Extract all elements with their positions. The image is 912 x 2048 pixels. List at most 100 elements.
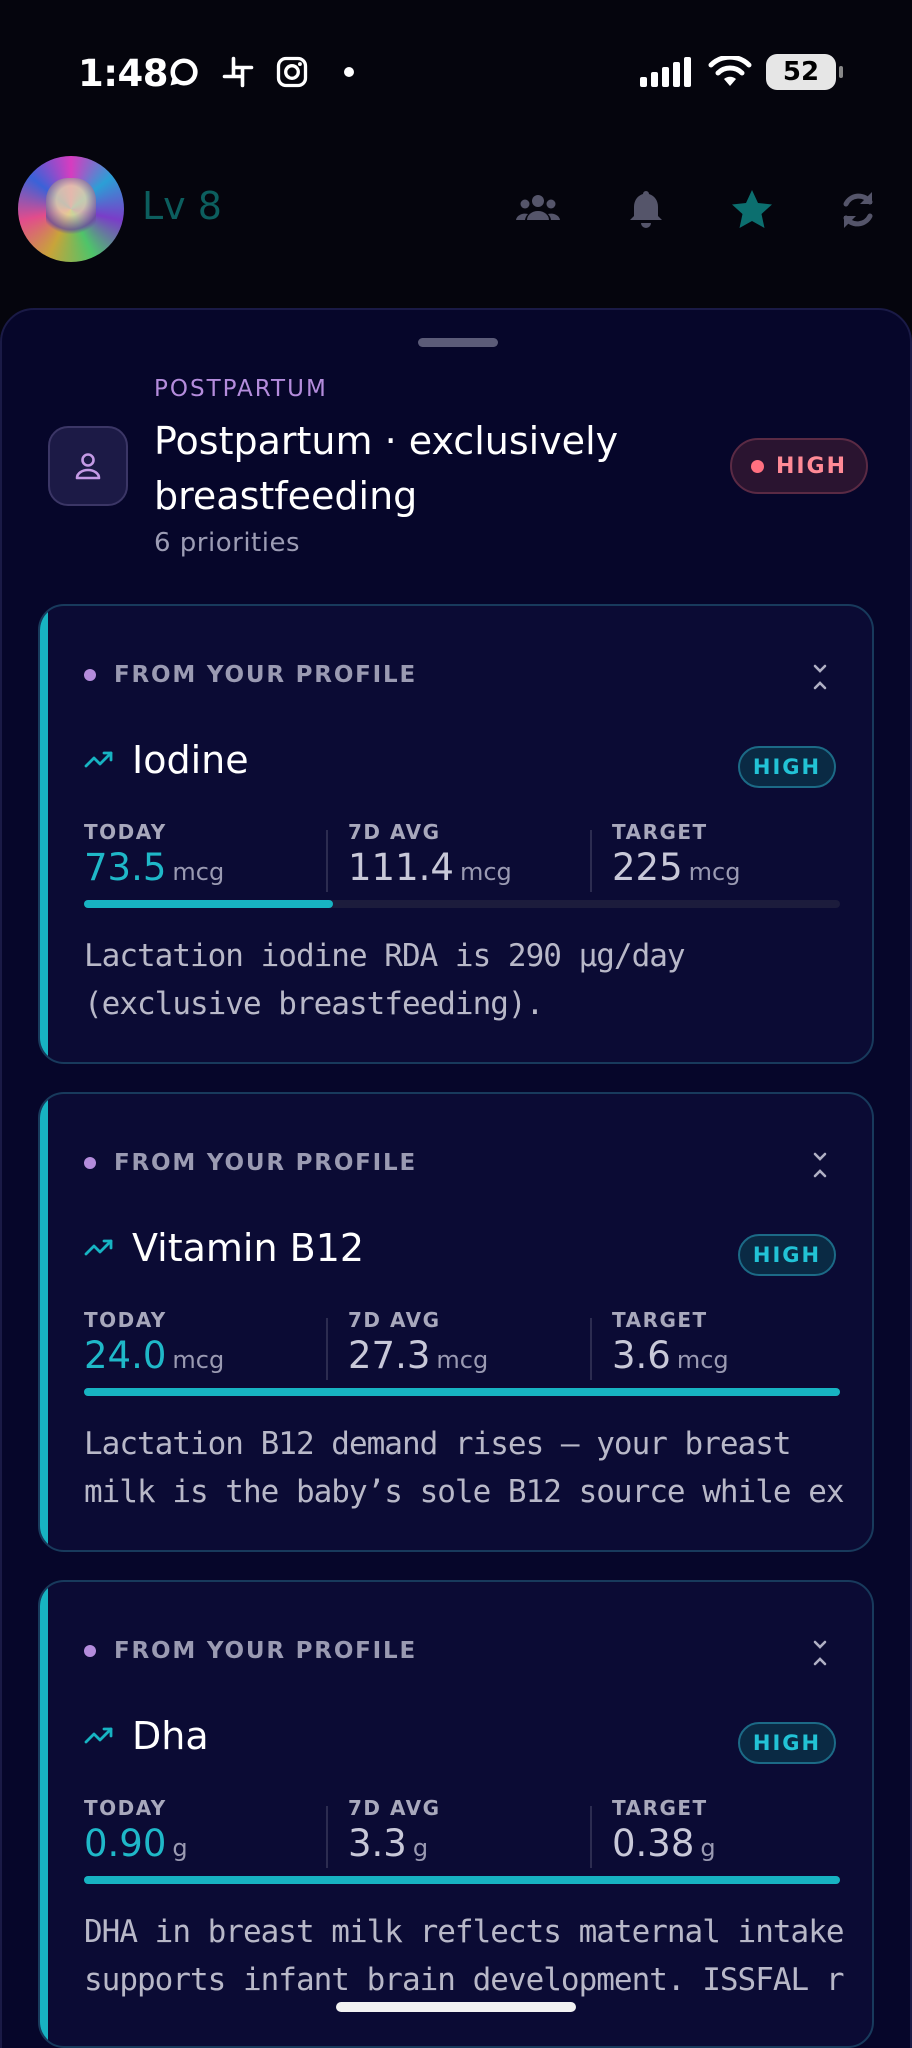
stat-unit: mcg [688,858,741,886]
stat-7d-avg: 7D AVG 3.3 g [348,1796,441,1868]
collapse-chevron-icon[interactable] [808,1638,832,1668]
stat-target: TARGET 225 mcg [612,820,740,892]
level-label: Lv 8 [142,184,222,228]
profile-eyebrow: POSTPARTUM [154,376,328,402]
stat-value: 225 [612,846,683,889]
stat-label: 7D AVG [348,1796,441,1820]
card-source: FROM YOUR PROFILE [84,1638,417,1664]
nutrient-card-vitamin-b12[interactable]: FROM YOUR PROFILE Vitamin B12 HIGH TODAY… [38,1092,874,1552]
collapse-chevron-icon[interactable] [808,1150,832,1180]
progress-fill [84,900,334,908]
priorities-count: 6 priorities [154,528,301,558]
priority-badge: HIGH [730,438,868,494]
nutrient-card-iodine[interactable]: FROM YOUR PROFILE Iodine HIGH TODAY 73.5… [38,604,874,1064]
avatar[interactable] [18,156,124,262]
stat-today: TODAY 0.90 g [84,1796,188,1868]
stat-value: 111.4 [348,846,454,889]
nutrient-name: Vitamin B12 [132,1226,365,1270]
app-header: Lv 8 [0,150,912,270]
bell-icon[interactable] [620,184,672,236]
progress-fill [84,1388,840,1396]
importance-badge: HIGH [738,1234,836,1276]
stat-7d-avg: 7D AVG 27.3 mcg [348,1308,488,1380]
stat-value: 0.90 [84,1822,167,1865]
card-note: Lactation B12 demand rises — your breast… [84,1420,844,1516]
card-note-line: Lactation iodine RDA is 290 µg/day [84,938,686,974]
stat-label: TODAY [84,1796,167,1820]
stat-today: TODAY 73.5 mcg [84,820,224,892]
divider [326,1318,328,1380]
priority-dot-icon [750,459,764,473]
stat-target: TARGET 3.6 mcg [612,1308,729,1380]
stat-unit: g [700,1834,716,1862]
nutrient-stats: TODAY 24.0 mcg 7D AVG 27.3 mcg TARGET 3.6 m… [84,1308,844,1380]
progress-bar [84,1876,840,1884]
card-source-label: FROM YOUR PROFILE [114,662,418,688]
stat-label: TARGET [612,1796,708,1820]
nutrient-stats: TODAY 73.5 mcg 7D AVG 111.4 mcg TARGET 225… [84,820,844,892]
stat-label: TODAY [84,1308,167,1332]
stat-today: TODAY 24.0 mcg [84,1308,224,1380]
card-source-label: FROM YOUR PROFILE [114,1638,418,1664]
stat-unit: mcg [436,1346,489,1374]
nutrient-name: Iodine [132,738,249,782]
source-dot-icon [84,1157,96,1169]
sync-icon[interactable] [832,184,884,236]
nutrient-header: Vitamin B12 [84,1226,364,1270]
progress-fill [84,1876,840,1884]
profile-title: Postpartum · exclusively breastfeeding [154,419,619,518]
source-dot-icon [84,1645,96,1657]
stat-label: 7D AVG [348,820,441,844]
progress-bar [84,900,840,908]
friends-icon[interactable] [512,184,564,236]
source-dot-icon [84,669,96,681]
card-accent [40,606,48,1062]
trending-up-icon [84,1239,113,1256]
collapse-chevron-icon[interactable] [808,662,832,692]
stat-7d-avg: 7D AVG 111.4 mcg [348,820,512,892]
divider [326,830,328,892]
stat-label: TARGET [612,1308,708,1332]
nutrient-stats: TODAY 0.90 g 7D AVG 3.3 g TARGET 0.38 g [84,1796,844,1868]
status-time: 1:48 [78,52,169,95]
status-bar: 1:48 52 [0,0,912,150]
stat-target: TARGET 0.38 g [612,1796,716,1868]
system-icons: 52 [640,54,843,90]
battery-icon: 52 [766,54,843,90]
nutrient-card-dha[interactable]: FROM YOUR PROFILE Dha HIGH TODAY 0.90 g 7… [38,1580,874,2048]
stat-value: 27.3 [348,1334,431,1377]
stat-unit: g [172,1834,188,1862]
stat-value: 0.38 [612,1822,695,1865]
card-accent [40,1094,48,1550]
stat-label: TODAY [84,820,167,844]
card-source: FROM YOUR PROFILE [84,1150,417,1176]
card-note: Lactation iodine RDA is 290 µg/day (exclu… [84,932,844,1028]
importance-badge: HIGH [738,746,836,788]
signal-app-icon [170,58,198,86]
star-icon[interactable] [726,184,778,236]
card-note: DHA in breast milk reflects maternal int… [84,1908,844,2004]
stat-unit: mcg [676,1346,729,1374]
stat-unit: mcg [459,858,512,886]
divider [590,1318,592,1380]
slack-icon [222,56,254,88]
home-indicator[interactable] [336,2002,576,2012]
stat-unit: mcg [172,858,225,886]
card-source: FROM YOUR PROFILE [84,662,417,688]
nutrient-name: Dha [132,1714,209,1758]
stat-value: 24.0 [84,1334,167,1377]
divider [590,830,592,892]
card-accent [40,1582,48,2046]
nutrient-header: Iodine [84,738,249,782]
notification-icons [166,54,354,90]
stat-label: TARGET [612,820,708,844]
trending-up-icon [84,751,113,768]
stat-unit: mcg [172,1346,225,1374]
stat-value: 3.6 [612,1334,671,1377]
instagram-icon [276,56,308,88]
stat-unit: g [412,1834,429,1862]
card-note-line: (exclusive breastfeeding). [84,986,544,1022]
trending-up-icon [84,1727,113,1744]
sheet-grabber[interactable] [418,338,498,347]
divider [326,1806,328,1868]
